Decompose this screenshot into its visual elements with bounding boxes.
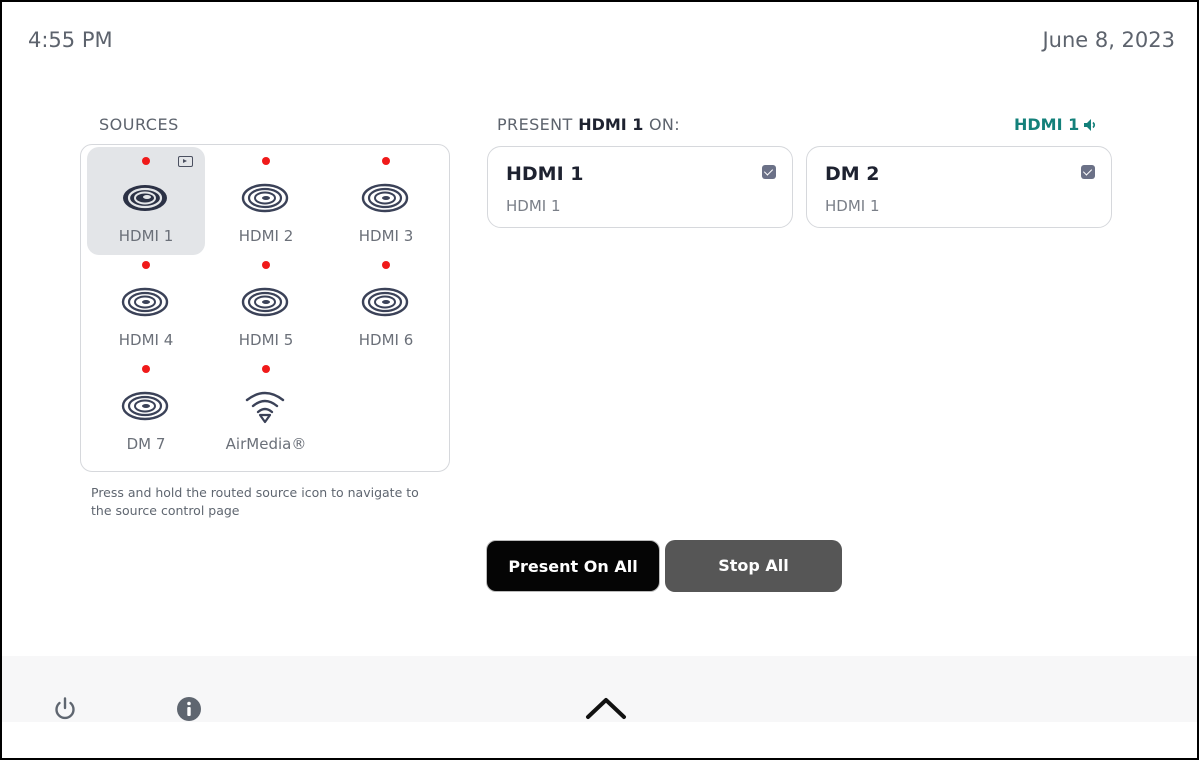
present-suffix: ON: xyxy=(648,115,681,134)
crestron-swirl-icon xyxy=(123,185,167,211)
source-hdmi-1[interactable]: HDMI 1 xyxy=(87,147,205,255)
clock-date: June 8, 2023 xyxy=(1042,28,1175,52)
crestron-swirl-icon xyxy=(361,183,409,213)
present-source: HDMI 1 xyxy=(578,115,644,134)
wifi-icon xyxy=(245,391,285,424)
chevron-up-icon[interactable] xyxy=(584,693,628,721)
clock-time: 4:55 PM xyxy=(28,28,113,52)
routed-display-icon xyxy=(178,156,193,167)
status-dot xyxy=(142,157,150,165)
status-dot xyxy=(142,365,150,373)
destination-dm-2[interactable]: DM 2 HDMI 1 xyxy=(806,146,1112,228)
source-airmedia[interactable]: AirMedia® xyxy=(207,355,325,463)
source-label: DM 7 xyxy=(126,435,166,453)
destination-source: HDMI 1 xyxy=(825,197,880,215)
source-label: HDMI 2 xyxy=(238,227,294,245)
routing-hint: Press and hold the routed source icon to… xyxy=(91,485,419,518)
crestron-swirl-icon xyxy=(121,287,169,317)
source-hdmi-6[interactable]: HDMI 6 xyxy=(327,251,445,359)
source-label: HDMI 5 xyxy=(238,331,294,349)
status-dot xyxy=(262,365,270,373)
source-hdmi-5[interactable]: HDMI 5 xyxy=(207,251,325,359)
sources-panel: HDMI 1 HDMI 2 HDMI 3 HDMI 4 HDMI 5 HDMI … xyxy=(80,144,450,472)
destination-source: HDMI 1 xyxy=(506,197,561,215)
destination-checkbox[interactable] xyxy=(762,165,776,179)
destination-name: DM 2 xyxy=(825,163,880,185)
source-label: HDMI 6 xyxy=(358,331,414,349)
crestron-swirl-icon xyxy=(241,287,289,317)
info-icon[interactable] xyxy=(176,696,202,722)
source-hdmi-2[interactable]: HDMI 2 xyxy=(207,147,325,255)
source-label: AirMedia® xyxy=(225,435,307,453)
power-icon[interactable] xyxy=(52,696,78,722)
status-dot xyxy=(262,261,270,269)
status-dot xyxy=(142,261,150,269)
status-dot xyxy=(382,261,390,269)
destination-hdmi-1[interactable]: HDMI 1 HDMI 1 xyxy=(487,146,793,228)
present-on-all-button[interactable]: Present On All xyxy=(486,540,660,592)
status-dot xyxy=(382,157,390,165)
crestron-swirl-icon xyxy=(121,391,169,421)
status-dot xyxy=(262,157,270,165)
crestron-swirl-icon xyxy=(361,287,409,317)
speaker-icon xyxy=(1083,117,1097,136)
source-dm-7[interactable]: DM 7 xyxy=(87,355,205,463)
source-hdmi-3[interactable]: HDMI 3 xyxy=(327,147,445,255)
source-label: HDMI 4 xyxy=(118,331,174,349)
audio-source-label: HDMI 1 xyxy=(1014,115,1080,134)
source-hdmi-4[interactable]: HDMI 4 xyxy=(87,251,205,359)
destination-checkbox[interactable] xyxy=(1081,165,1095,179)
stop-all-button[interactable]: Stop All xyxy=(665,540,842,592)
audio-source-indicator[interactable]: HDMI 1 xyxy=(1014,115,1097,136)
source-label: HDMI 1 xyxy=(118,227,174,245)
present-prefix: PRESENT xyxy=(497,115,573,134)
sources-title: SOURCES xyxy=(99,115,179,134)
present-title: PRESENT HDMI 1 ON: xyxy=(497,115,680,134)
source-label: HDMI 3 xyxy=(358,227,414,245)
crestron-swirl-icon xyxy=(241,183,289,213)
destination-name: HDMI 1 xyxy=(506,163,584,185)
